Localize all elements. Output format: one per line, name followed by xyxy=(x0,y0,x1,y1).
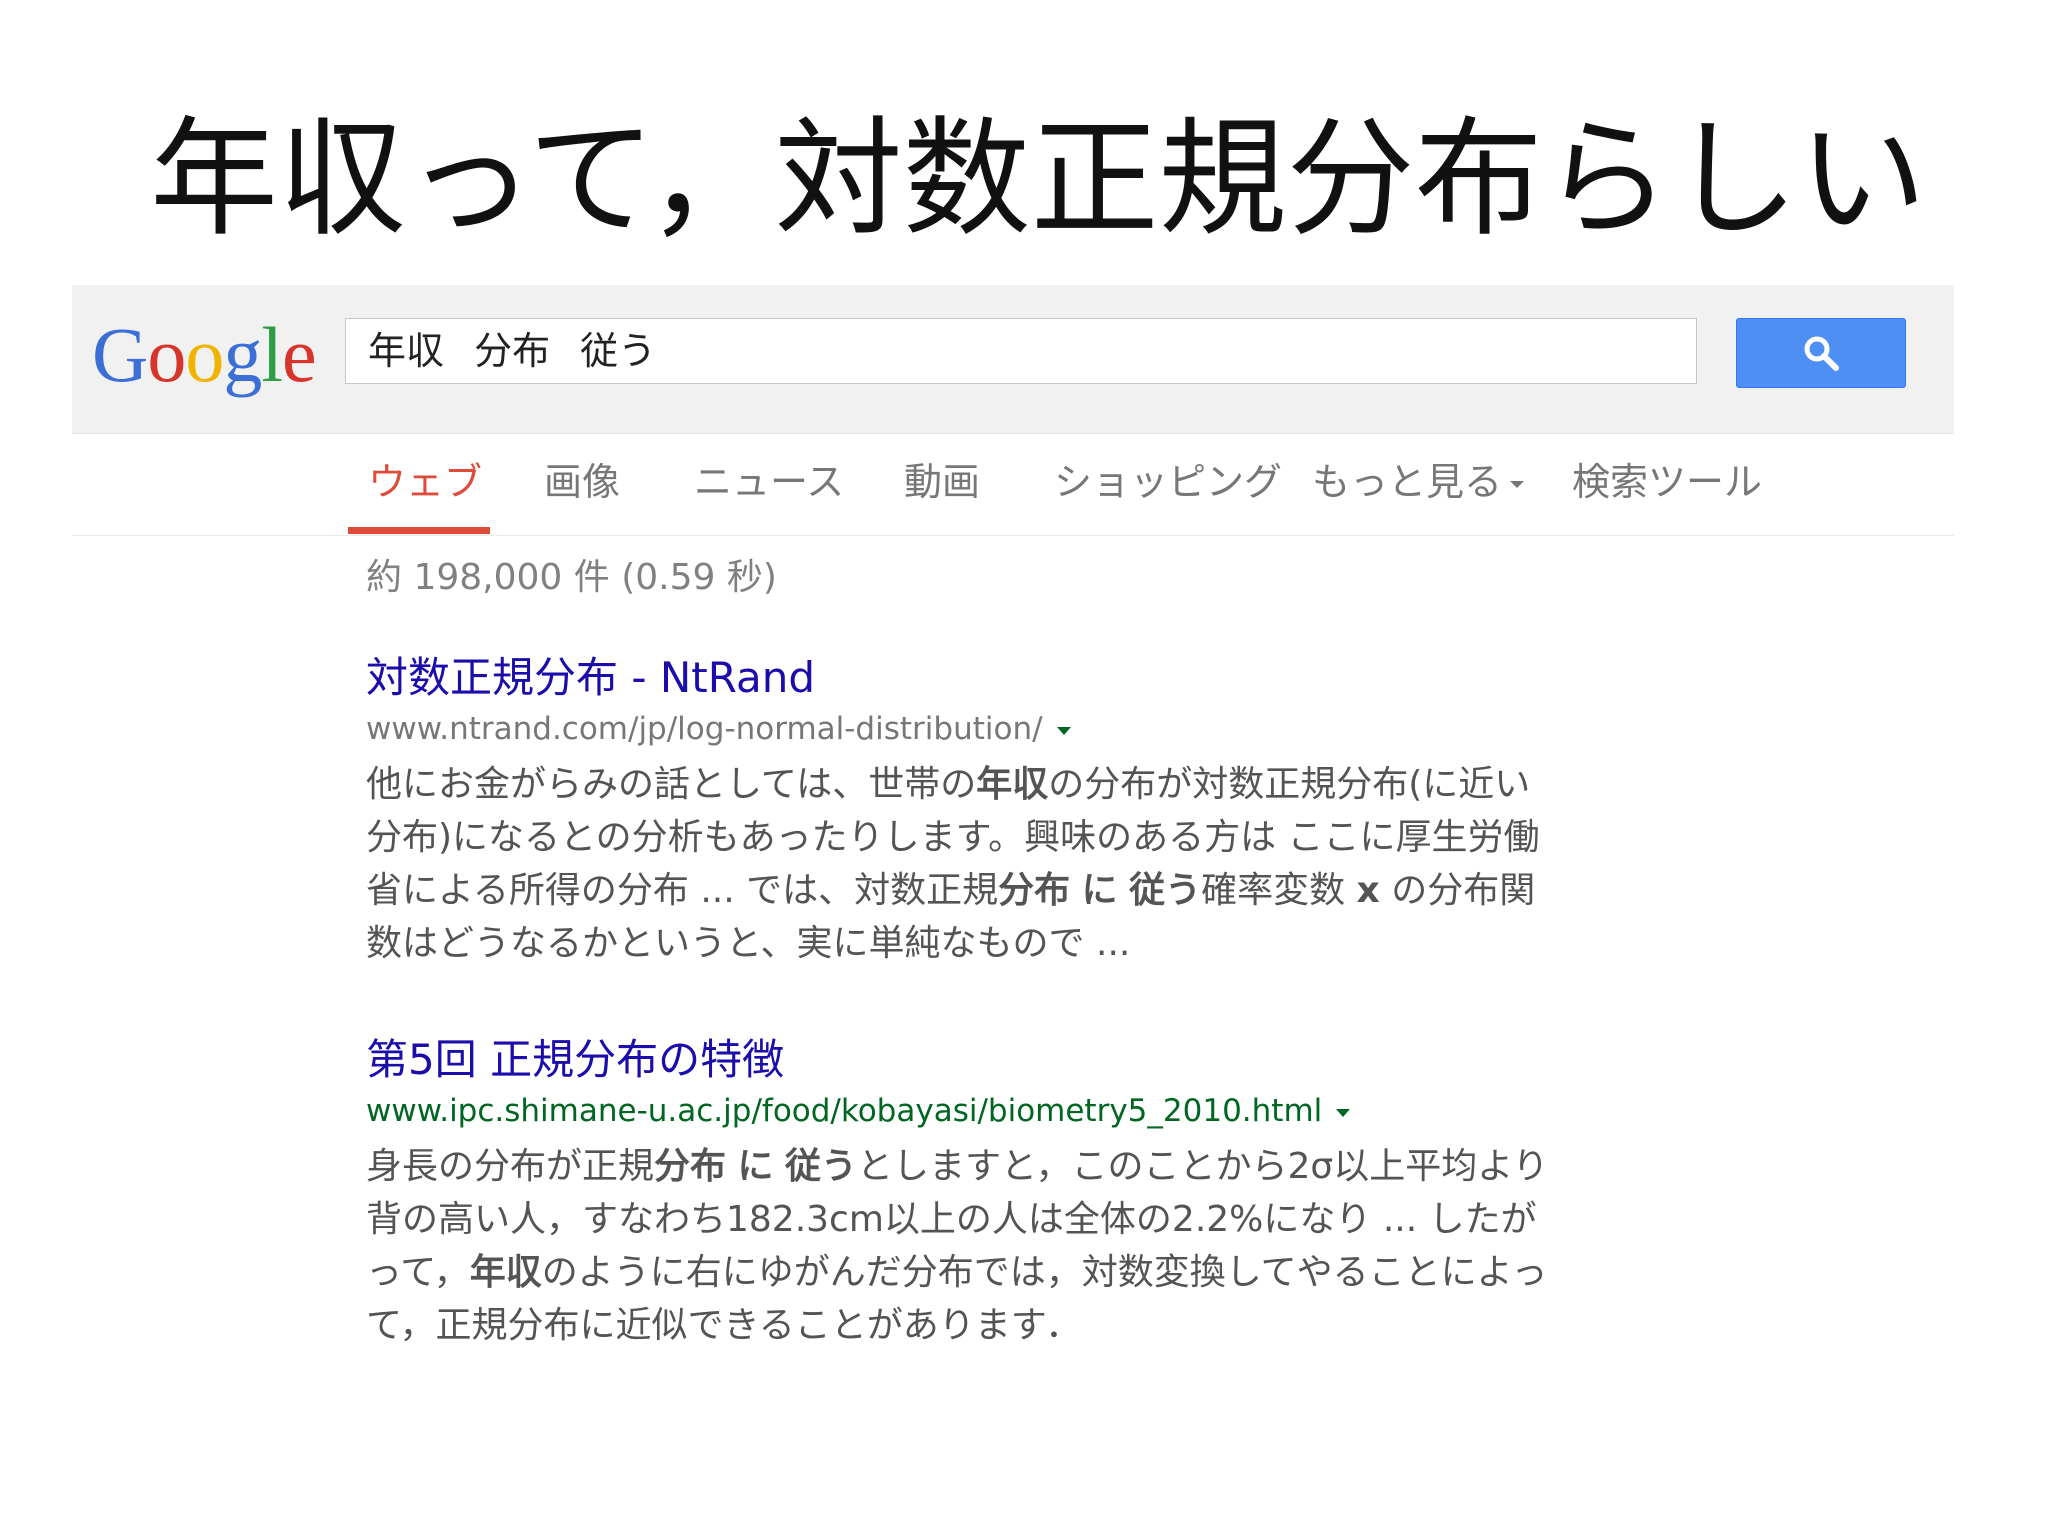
snippet-text: 他にお金がらみの話としては、世帯の xyxy=(366,764,977,805)
snippet-highlight: x xyxy=(1356,870,1380,911)
google-header: Google 年収 分布 従う xyxy=(72,285,1954,434)
result-url: www.ntrand.com/jp/log-normal-distributio… xyxy=(366,708,1566,750)
snippet-text xyxy=(726,1146,737,1187)
search-button[interactable] xyxy=(1736,318,1906,388)
google-logo[interactable]: Google xyxy=(92,305,317,405)
snippet-text xyxy=(774,1146,785,1187)
snippet-text: 身長の分布が正規 xyxy=(366,1146,655,1187)
tab-web[interactable]: ウェブ xyxy=(368,457,482,507)
search-result: 対数正規分布 - NtRand www.ntrand.com/jp/log-no… xyxy=(366,650,1566,970)
result-title-link[interactable]: 対数正規分布 - NtRand xyxy=(366,650,1566,706)
caret-down-icon[interactable] xyxy=(1056,726,1071,735)
result-url-text: www.ntrand.com/jp/log-normal-distributio… xyxy=(366,711,1043,747)
tab-images[interactable]: 画像 xyxy=(544,457,620,507)
snippet-highlight: 従う xyxy=(784,1146,857,1187)
snippet-text xyxy=(1118,870,1129,911)
result-stats: 約 198,000 件 (0.59 秒) xyxy=(366,557,777,598)
snippet-text: のように右にゆがんだ分布では，対数変換してやることによって，正規分布に近似できる… xyxy=(366,1252,1548,1346)
result-snippet: 他にお金がらみの話としては、世帯の年収の分布が対数正規分布(に近い分布)になると… xyxy=(366,758,1566,970)
caret-down-icon[interactable] xyxy=(1336,1108,1351,1117)
tab-more[interactable]: もっと見る xyxy=(1312,457,1525,507)
result-snippet: 身長の分布が正規分布 に 従うとしますと，このことから2σ以上平均より背の高い人… xyxy=(366,1140,1566,1352)
search-icon xyxy=(1804,336,1839,371)
chevron-down-icon xyxy=(1510,481,1525,488)
tab-more-label: もっと見る xyxy=(1312,460,1503,504)
snippet-highlight: 分布 xyxy=(654,1146,727,1187)
tab-search-tools[interactable]: 検索ツール xyxy=(1572,457,1762,507)
snippet-highlight: 分布 xyxy=(998,870,1071,911)
result-url: www.ipc.shimane-u.ac.jp/food/kobayasi/bi… xyxy=(366,1090,1566,1132)
snippet-text: 確率変数 xyxy=(1201,870,1357,911)
snippet-highlight: 年収 xyxy=(976,764,1049,805)
slide-title: 年収って，対数正規分布らしい xyxy=(150,105,1927,254)
logo-letter: g xyxy=(223,311,262,398)
logo-letter: o xyxy=(147,311,186,398)
snippet-text xyxy=(1070,870,1081,911)
tab-videos[interactable]: 動画 xyxy=(904,457,980,507)
search-tabs: ウェブ 画像 ニュース 動画 ショッピング もっと見る 検索ツール xyxy=(72,433,1954,536)
logo-letter: e xyxy=(282,311,317,398)
snippet-highlight: 従う xyxy=(1129,870,1202,911)
search-input[interactable]: 年収 分布 従う xyxy=(345,318,1697,384)
search-result: 第5回 正規分布の特徴 www.ipc.shimane-u.ac.jp/food… xyxy=(366,1032,1566,1352)
snippet-highlight: に xyxy=(737,1146,774,1187)
result-title-link[interactable]: 第5回 正規分布の特徴 xyxy=(366,1032,1566,1088)
snippet-highlight: 年収 xyxy=(469,1252,542,1293)
logo-letter: G xyxy=(92,311,148,398)
tab-news[interactable]: ニュース xyxy=(694,457,844,507)
active-tab-indicator xyxy=(348,527,490,534)
tab-shopping[interactable]: ショッピング xyxy=(1054,457,1282,507)
logo-letter: l xyxy=(261,311,283,398)
result-url-text: www.ipc.shimane-u.ac.jp/food/kobayasi/bi… xyxy=(366,1093,1323,1129)
logo-letter: o xyxy=(185,311,224,398)
snippet-highlight: に xyxy=(1081,870,1118,911)
